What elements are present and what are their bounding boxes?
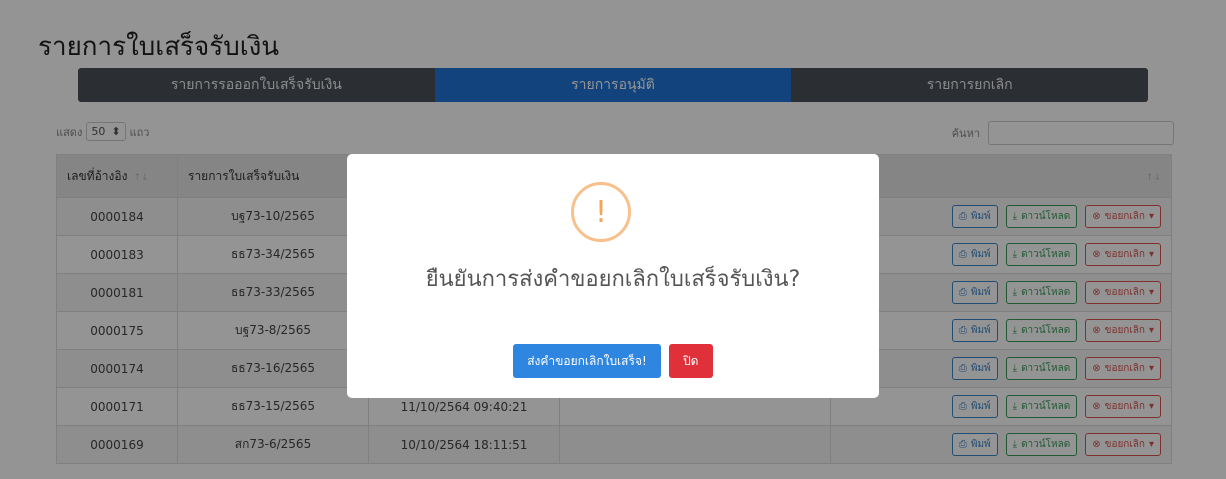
dialog-title: ยืนยันการส่งคำขอยกเลิกใบเสร็จรับเงิน? xyxy=(425,267,801,292)
confirm-cancel-request-button[interactable]: ส่งคำขอยกเลิกใบเสร็จ! xyxy=(513,344,661,378)
confirm-dialog: ! ยืนยันการส่งคำขอยกเลิกใบเสร็จรับเงิน? … xyxy=(347,154,879,398)
close-button[interactable]: ปิด xyxy=(668,344,713,378)
warning-icon: ! xyxy=(571,182,631,242)
dialog-actions: ส่งคำขอยกเลิกใบเสร็จ! ปิด xyxy=(347,344,879,378)
